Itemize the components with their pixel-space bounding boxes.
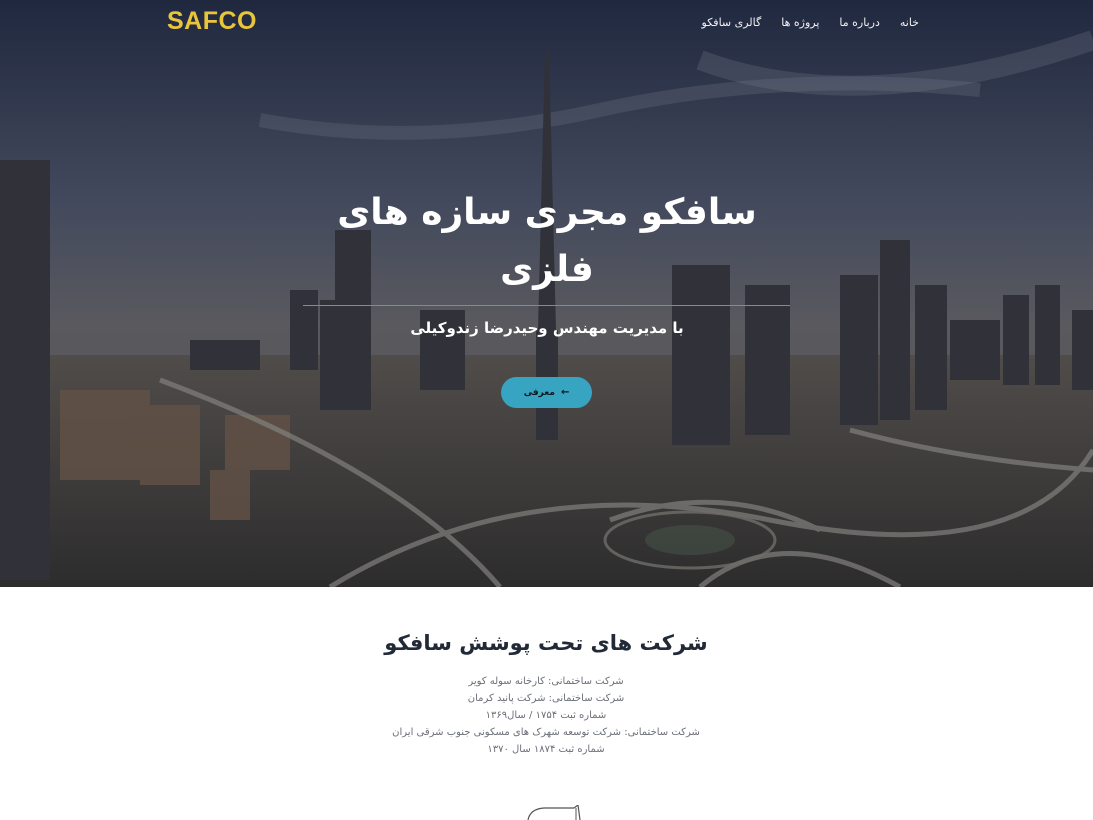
hero-subtitle: با مدیریت مهندس وحیدرضا زندوکیلی bbox=[410, 319, 684, 337]
companies-list: شرکت ساختمانی: کارخانه سوله کویر شرکت سا… bbox=[296, 673, 796, 758]
list-item: شماره ثبت ۱۷۵۴ / سال۱۳۶۹ bbox=[485, 710, 607, 721]
building-outline-icon bbox=[527, 805, 581, 820]
companies-section: شرکت های تحت پوشش سافکو شرکت ساختمانی: ک… bbox=[0, 587, 1093, 820]
hero-divider bbox=[303, 305, 790, 306]
list-item: شماره ثبت ۱۸۷۴ سال ۱۳۷۰ bbox=[487, 744, 605, 755]
hero-title: سافکو مجری سازه های فلزی bbox=[337, 192, 757, 290]
main-nav: خانه درباره ما پروژه ها گالری سافکو bbox=[702, 16, 919, 29]
list-item: شرکت ساختمانی: کارخانه سوله کویر bbox=[468, 676, 624, 687]
companies-heading: شرکت های تحت پوشش سافکو bbox=[384, 631, 708, 655]
intro-button[interactable]: ← معرفی bbox=[501, 377, 592, 408]
brand-logo[interactable]: SAFCO bbox=[167, 7, 257, 36]
nav-item-gallery[interactable]: گالری سافکو bbox=[702, 16, 762, 29]
list-item: شرکت ساختمانی: شرکت توسعه شهرک های مسکون… bbox=[392, 727, 700, 738]
list-item: شرکت ساختمانی: شرکت پانید کرمان bbox=[467, 693, 625, 704]
nav-item-projects[interactable]: پروژه ها bbox=[781, 16, 819, 29]
nav-item-home[interactable]: خانه bbox=[900, 16, 919, 29]
hero-section: SAFCO خانه درباره ما پروژه ها گالری سافک… bbox=[0, 0, 1093, 587]
intro-button-label: معرفی bbox=[523, 387, 555, 398]
arrow-left-icon: ← bbox=[560, 387, 570, 398]
nav-item-about[interactable]: درباره ما bbox=[839, 16, 879, 29]
